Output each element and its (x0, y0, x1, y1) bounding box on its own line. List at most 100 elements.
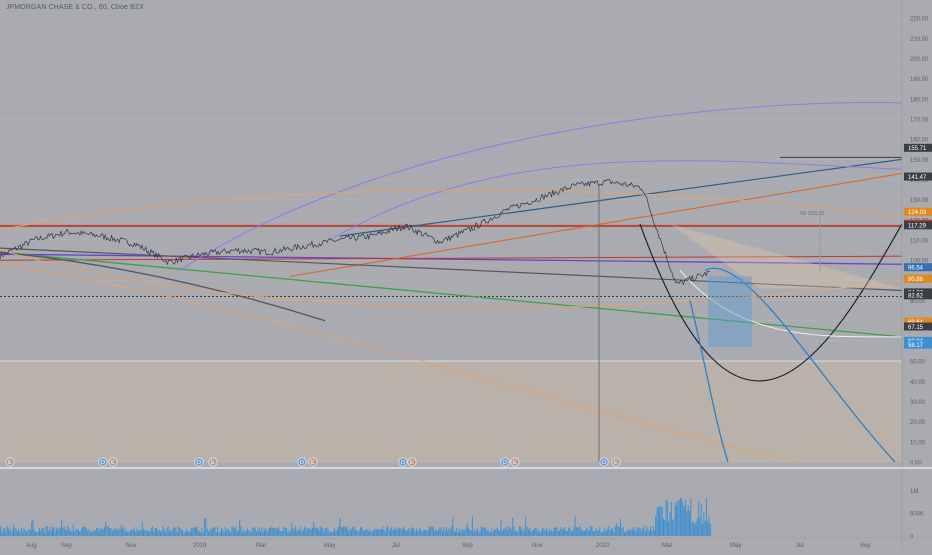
volume-bar (358, 530, 360, 536)
volume-bar (600, 532, 602, 536)
volume-bar (219, 532, 221, 536)
volume-bar (510, 529, 512, 536)
symbol-title[interactable]: JPMORGAN CHASE & CO., 60, Cboe BZX (6, 4, 144, 11)
volume-bar (2, 529, 4, 536)
volume-bar (517, 531, 519, 536)
volume-bar (391, 527, 393, 536)
volume-bar (113, 529, 115, 536)
volume-bar (601, 531, 603, 536)
volume-bar (414, 531, 416, 536)
volume-bar (79, 531, 81, 536)
volume-bar (266, 531, 268, 536)
volume-bar (299, 530, 300, 536)
volume-bar (115, 528, 117, 536)
y-tick-label-18: 180.00 (910, 97, 929, 103)
volume-bar (7, 528, 9, 536)
volume-bar (158, 530, 160, 536)
event-marker-label-3: D (197, 460, 201, 466)
volume-bar (560, 527, 562, 536)
volume-bar (561, 529, 563, 536)
volume-bar (377, 529, 378, 536)
volume-bar (128, 531, 130, 536)
volume-bar (496, 527, 498, 536)
volume-bar (185, 529, 187, 536)
volume-bar (354, 529, 356, 536)
event-marker-label-12: E (614, 460, 618, 466)
volume-bar (581, 530, 583, 536)
volume-bar (280, 531, 282, 536)
volume-bar (33, 529, 35, 536)
volume-bar (679, 497, 681, 536)
volume-bar (257, 530, 259, 536)
volume-bar (245, 530, 247, 536)
volume-bar (426, 531, 428, 536)
volume-bar (507, 530, 508, 536)
volume-bar (705, 497, 707, 536)
volume-bar (327, 529, 329, 536)
volume-bar (65, 530, 66, 536)
volume-bar (678, 500, 680, 536)
volume-bar (16, 531, 18, 536)
volume-bar (40, 530, 42, 536)
volume-bar (235, 526, 237, 536)
volume-bar (538, 529, 540, 536)
volume-bar (111, 531, 113, 536)
volume-bar (470, 530, 472, 536)
volume-bar (709, 523, 711, 536)
volume-bar (256, 531, 258, 536)
volume-bar (5, 532, 7, 536)
volume-bar (143, 528, 144, 536)
volume-bar (114, 527, 116, 536)
y-tick-label-13: 130.00 (910, 198, 929, 204)
volume-bar (326, 527, 328, 536)
volume-bar (543, 528, 545, 536)
volume-bar (88, 529, 90, 536)
volume-bar (577, 528, 579, 536)
volume-bar (202, 532, 204, 536)
volume-bar (481, 526, 482, 536)
volume-bar (81, 527, 83, 536)
volume-bar (200, 532, 202, 536)
event-marker-label-4: E (211, 460, 215, 466)
y-tick-label-11: 110.00 (910, 239, 929, 245)
volume-bar (250, 532, 252, 536)
event-marker-label-10: E (513, 460, 517, 466)
volume-bar (582, 530, 584, 536)
volume-bar (483, 527, 485, 536)
volume-bar (49, 526, 51, 536)
volume-bar (67, 526, 69, 536)
volume-bar (564, 527, 566, 536)
volume-bar (516, 531, 518, 536)
volume-bar (596, 531, 598, 536)
volume-bar (345, 526, 347, 536)
volume-bar (404, 528, 406, 536)
price-tag-0: 155.71 (908, 146, 927, 152)
volume-bar (551, 529, 553, 536)
volume-bar (687, 505, 689, 536)
volume-bar (322, 527, 324, 536)
volume-bar (527, 529, 529, 536)
volume-bar (431, 526, 433, 536)
volume-bar (627, 529, 629, 536)
volume-bar (218, 532, 220, 536)
volume-bar (531, 529, 533, 536)
volume-bar (666, 501, 668, 536)
volume-bar (530, 532, 532, 536)
volume-bar (616, 523, 618, 536)
volume-bar (319, 526, 321, 536)
chart-area[interactable]: 68 000.350.0010.0020.0030.0040.0050.0060… (0, 0, 932, 550)
volume-bar (123, 526, 125, 536)
volume-bar (211, 528, 213, 536)
price-tag-10: 67.15 (908, 325, 924, 331)
volume-bar (161, 531, 163, 536)
volume-bar (193, 528, 195, 536)
chart-canvas[interactable]: 68 000.350.0010.0020.0030.0040.0050.0060… (0, 0, 932, 550)
volume-bar (308, 527, 310, 536)
volume-bar (305, 527, 307, 536)
volume-bar (205, 518, 207, 536)
volume-bar (301, 532, 303, 536)
volume-bar (614, 526, 616, 536)
volume-bar (364, 530, 365, 536)
volume-bar (283, 526, 285, 536)
volume-bar (9, 530, 11, 536)
